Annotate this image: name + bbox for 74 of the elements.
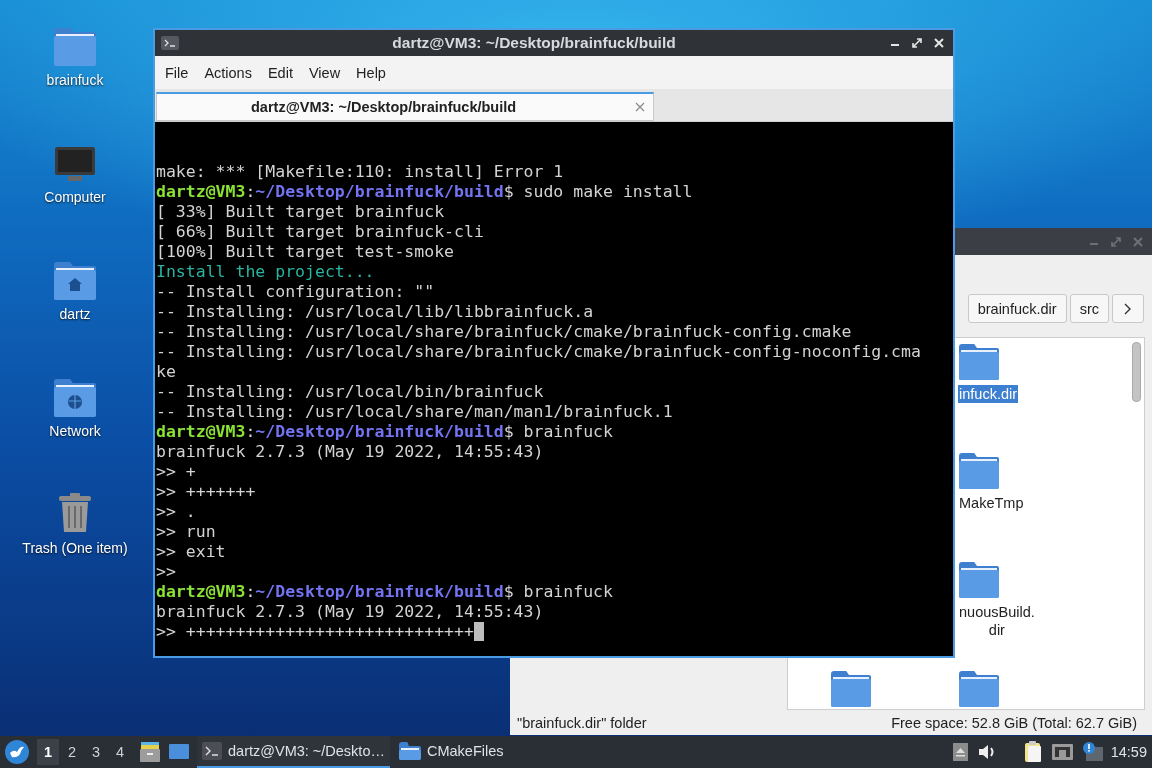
terminal-line: brainfuck 2.7.3 (May 19 2022, 14:55:43) [156,442,544,462]
terminal-icon [202,742,222,760]
monitor-icon [54,145,96,183]
start-menu-icon[interactable] [5,740,29,764]
menu-item[interactable]: Help [348,60,394,85]
folder-icon[interactable] [959,453,999,489]
free-space-status: Free space: 52.8 GiB (Total: 62.7 GiB) [891,714,1137,731]
terminal-icon [161,36,179,50]
terminal-line: >> . [156,502,196,522]
terminal-line: >> [156,562,176,582]
tab[interactable]: dartz@VM3: ~/Desktop/brainfuck/build [156,92,654,121]
terminal-line: -- Installing: /usr/local/share/man/man1/brainfuck.1 [156,402,673,422]
window-title: dartz@VM3: ~/Desktop/brainfuck/build [391,34,677,52]
eject-icon[interactable] [952,743,968,761]
terminal-line: dartz@VM3:~/Desktop/brainfuck/build$ brainfuck [156,422,613,442]
selection-status: "brainfuck.dir" folder [517,714,647,731]
file-label[interactable]: infuck.dir [958,385,1019,403]
terminal-line: -- Install configuration: "" [156,282,435,302]
chevron-right-icon [1124,302,1132,315]
folder-icon[interactable] [831,671,871,707]
terminal-line: >> +++++++++++++++++++++++++++++ [156,622,474,642]
desktop-icon-label[interactable]: dartz [59,306,91,322]
network-folder-icon [54,379,96,417]
workspace-button[interactable]: 1 [37,739,59,765]
file-label[interactable]: MakeTmp [958,494,1025,512]
clipboard-icon[interactable] [1023,741,1042,763]
folder-icon [54,28,96,66]
terminal-line: dartz@VM3:~/Desktop/brainfuck/build$ brainfuck [156,582,613,602]
network-icon[interactable] [1051,743,1073,761]
terminal-line: >> run [156,522,216,542]
terminal-line: [100%] Built target test-smoke [156,242,454,262]
terminal-line: ke [156,362,176,382]
terminal-line: >> + [156,462,196,482]
folder-icon[interactable] [959,344,999,380]
terminal-line: -- Installing: /usr/local/bin/brainfuck [156,382,544,402]
terminal-line: Install the project... [156,262,375,282]
terminal-line: [ 33%] Built target brainfuck [156,202,445,222]
terminal-line: -- Installing: /usr/local/share/brainfuck/cmake/brainfuck-config-noconfig.cma [156,342,921,362]
menu-item[interactable]: File [157,60,197,85]
desktop-icon-label[interactable]: Computer [44,189,106,205]
terminal-line: make: *** [Makefile:110: install] Error 1 [156,162,564,182]
desktop-icon-label[interactable]: Network [49,423,101,439]
taskbar-button[interactable]: dartz@VM3: ~/Deskto… [197,736,390,768]
scrollbar-thumb[interactable] [1132,342,1141,402]
terminal-line: [ 66%] Built target brainfuck-cli [156,222,484,242]
scroll-path-button[interactable] [1112,294,1144,323]
terminal-line: -- Installing: /usr/local/share/brainfuck/cmake/brainfuck-config.cmake [156,322,852,342]
trash-icon [56,492,94,534]
folder-icon[interactable] [959,671,999,707]
file-label[interactable]: nuousBuild. dir [958,603,1036,639]
notification-icon[interactable] [1082,742,1103,762]
clock[interactable]: 14:59 [1110,744,1147,760]
terminal-line: >> +++++++ [156,482,256,502]
terminal-line: dartz@VM3:~/Desktop/brainfuck/build$ sudo make install [156,182,693,202]
workspace-button[interactable]: 3 [85,739,107,765]
path-button[interactable]: brainfuck.dir [967,294,1067,323]
desktop-icon[interactable] [169,743,189,761]
terminal-line: -- Installing: /usr/local/lib/libbrainfuck.a [156,302,594,322]
speaker-icon[interactable] [977,743,996,761]
desktop-icon-label[interactable]: brainfuck [46,72,104,88]
file-cabinet-icon[interactable] [139,741,161,763]
taskbar-button[interactable]: CMakeFiles [393,736,509,768]
terminal-line: brainfuck 2.7.3 (May 19 2022, 14:55:43) [156,602,544,622]
workspace-button[interactable]: 2 [61,739,83,765]
menu-item[interactable]: Edit [259,60,301,85]
folder-icon[interactable] [959,562,999,598]
menu-item[interactable]: Actions [196,60,260,85]
folder-icon [398,742,421,760]
terminal-line: >> exit [156,542,226,562]
menu-item[interactable]: View [300,60,349,85]
home-folder-icon [54,262,96,300]
desktop-icon-label[interactable]: Trash (One item) [22,540,128,556]
path-button[interactable]: src [1069,294,1109,323]
workspace-button[interactable]: 4 [109,739,131,765]
